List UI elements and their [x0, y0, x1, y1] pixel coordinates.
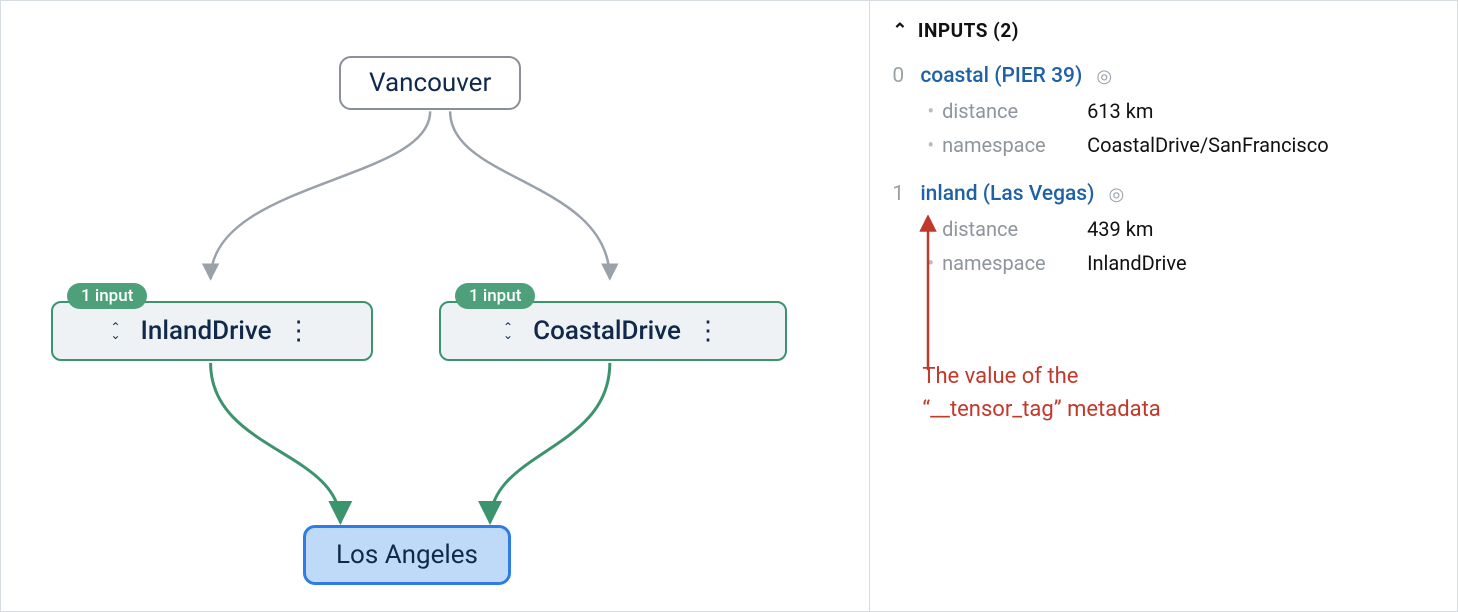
chevron-up-icon: ⌃: [892, 20, 908, 41]
input-index: 0: [892, 64, 906, 88]
kv-row: • distance 613 km: [927, 94, 1435, 128]
input-index: 1: [892, 182, 906, 206]
locate-icon[interactable]: ◎: [1096, 66, 1112, 87]
annotation-arrow: [918, 215, 938, 375]
node-op-inland-label: InlandDrive: [141, 316, 272, 346]
input-row: 0 coastal (PIER 39) ◎ • distance 613 km …: [892, 64, 1435, 162]
inputs-title: INPUTS (2): [918, 19, 1019, 42]
node-sink[interactable]: Los Angeles: [303, 525, 511, 585]
node-op-inland[interactable]: 1 input ⌃⌄ InlandDrive ⋮: [51, 301, 373, 361]
expand-icon[interactable]: ⌃⌄: [497, 323, 519, 339]
kv-key: distance: [942, 212, 1087, 246]
input-name[interactable]: coastal (PIER 39): [920, 64, 1082, 88]
annotation-line-1: The value of the: [922, 364, 1078, 389]
kv-row: • namespace InlandDrive: [927, 246, 1435, 280]
kv-key: namespace: [942, 128, 1087, 162]
kebab-menu-icon[interactable]: ⋮: [286, 318, 312, 344]
node-source-label: Vancouver: [369, 68, 491, 98]
kv-row: • namespace CoastalDrive/SanFrancisco: [927, 128, 1435, 162]
node-op-coastal-label: CoastalDrive: [533, 316, 681, 346]
inputs-section-header[interactable]: ⌃ INPUTS (2): [892, 19, 1435, 42]
kv-row: • distance 439 km: [927, 212, 1435, 246]
badge-inland: 1 input: [67, 283, 147, 309]
kv-key: namespace: [942, 246, 1087, 280]
bullet-icon: •: [927, 128, 934, 162]
kv-key: distance: [942, 94, 1087, 128]
node-op-coastal[interactable]: 1 input ⌃⌄ CoastalDrive ⋮: [439, 301, 787, 361]
input-row: 1 inland (Las Vegas) ◎ • distance 439 km…: [892, 182, 1435, 280]
kebab-menu-icon[interactable]: ⋮: [695, 318, 721, 344]
side-panel: ⌃ INPUTS (2) 0 coastal (PIER 39) ◎ • dis…: [870, 1, 1457, 611]
kv-value: 439 km: [1087, 212, 1153, 246]
kv-value: 613 km: [1087, 94, 1153, 128]
annotation-line-2: “__tensor_tag” metadata: [922, 397, 1160, 422]
bullet-icon: •: [927, 94, 934, 128]
input-name[interactable]: inland (Las Vegas): [920, 182, 1094, 206]
annotation-text: The value of the “__tensor_tag” metadata: [922, 360, 1435, 426]
edge-vancouver-coastal: [450, 111, 610, 279]
node-source[interactable]: Vancouver: [339, 56, 521, 110]
root: Vancouver 1 input ⌃⌄ InlandDrive ⋮ 1 inp…: [0, 0, 1458, 612]
kv-value: CoastalDrive/SanFrancisco: [1087, 128, 1329, 162]
badge-coastal: 1 input: [455, 283, 535, 309]
edge-coastal-la: [490, 363, 610, 523]
expand-icon[interactable]: ⌃⌄: [104, 323, 126, 339]
edge-inland-la: [211, 363, 341, 523]
node-sink-label: Los Angeles: [336, 540, 478, 570]
kv-value: InlandDrive: [1087, 246, 1186, 280]
edge-vancouver-inland: [211, 111, 431, 279]
locate-icon[interactable]: ◎: [1108, 184, 1124, 205]
graph-canvas: Vancouver 1 input ⌃⌄ InlandDrive ⋮ 1 inp…: [1, 1, 870, 611]
